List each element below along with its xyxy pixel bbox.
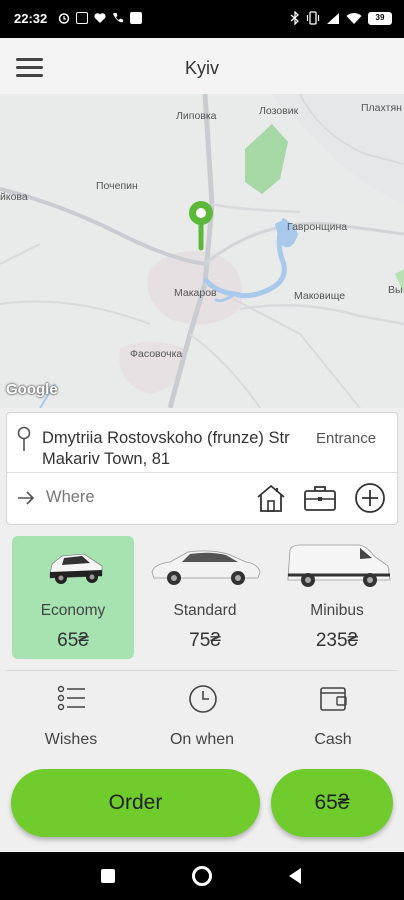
map-label: Гавронщина (287, 221, 348, 233)
tariff-price: 75₴ (189, 630, 221, 651)
tariff-name: Economy (40, 602, 106, 619)
alarm-icon (58, 13, 70, 24)
tariff-price: 65₴ (57, 630, 89, 651)
home-icon[interactable] (255, 482, 287, 514)
vibrate-icon (306, 11, 320, 25)
status-time: 22:32 (14, 11, 48, 26)
home-nav-icon[interactable] (192, 866, 212, 886)
tariff-name: Standard (173, 602, 237, 619)
divider (6, 670, 398, 671)
tariff-price: 235₴ (315, 630, 359, 651)
standard-car-icon (151, 550, 261, 585)
map-label: Лозовик (259, 105, 299, 117)
map-label: Маковище (294, 290, 346, 302)
divider (7, 472, 397, 473)
payment-button[interactable]: Cash (273, 684, 393, 754)
heart-icon (94, 13, 106, 23)
recents-icon[interactable] (101, 869, 115, 883)
pickup-pin-icon (17, 426, 31, 451)
economy-car-icon (49, 553, 103, 584)
gallery-icon (76, 12, 88, 24)
cash-label: Cash (314, 731, 352, 748)
navigation-bar (0, 852, 404, 900)
map-label: Макаров (174, 287, 217, 299)
system-icons: 39 (290, 11, 392, 25)
status-bar: 22:32 39 (0, 0, 404, 38)
tariff-minibus[interactable]: Minibus 235₴ (276, 536, 398, 659)
battery-icon: 39 (368, 11, 392, 25)
map-label: йкова (0, 191, 28, 203)
wishes-label: Wishes (44, 731, 98, 748)
map-label: Вы (388, 284, 403, 296)
schedule-button[interactable]: On when (142, 684, 262, 754)
minibus-icon (287, 544, 391, 587)
arrow-right-icon (18, 491, 35, 505)
entrance-button[interactable]: Entrance (316, 430, 376, 447)
map-label: Липовка (176, 110, 217, 122)
wifi-icon (346, 12, 362, 24)
list-icon (57, 685, 85, 711)
google-logo: Google (6, 381, 58, 398)
wallet-icon (320, 687, 347, 711)
on-when-label: On when (169, 731, 235, 748)
city-title[interactable]: Kyiv (0, 58, 404, 79)
map-view[interactable]: Липовка Лозовик Плахтян Почепин йкова Га… (0, 94, 404, 408)
tariff-standard[interactable]: Standard 75₴ (144, 536, 266, 659)
wishes-button[interactable]: Wishes (11, 684, 131, 754)
order-button[interactable]: Order (11, 769, 260, 837)
order-price-button[interactable]: 65₴ (271, 769, 393, 837)
map-label: Плахтян (361, 102, 402, 114)
work-briefcase-icon[interactable] (303, 484, 337, 512)
back-icon[interactable] (287, 867, 303, 885)
tariff-economy[interactable]: Economy 65₴ (12, 536, 134, 659)
destination-input[interactable]: Where (46, 488, 95, 507)
tariff-name: Minibus (310, 602, 364, 619)
phone-icon (113, 13, 123, 23)
map-label: Фасовочка (130, 348, 183, 360)
app-icon (130, 12, 142, 24)
pickup-address[interactable]: Dmytriia Rostovskoho (frunze) Str Makari… (42, 428, 292, 470)
clock-icon (189, 685, 217, 713)
bluetooth-icon (290, 11, 299, 25)
map-label: Почепин (96, 180, 138, 192)
add-address-icon[interactable] (354, 482, 386, 514)
notification-icons (58, 12, 142, 24)
signal-icon (327, 12, 339, 24)
